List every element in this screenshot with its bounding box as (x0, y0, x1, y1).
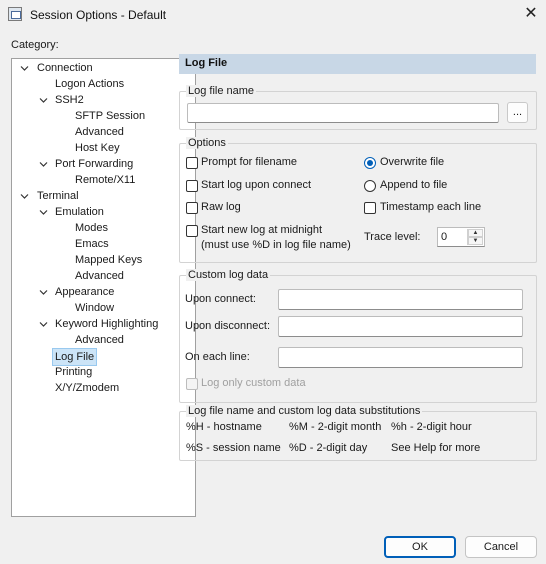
category-label: Category: (11, 39, 59, 51)
log-file-name-input[interactable] (187, 103, 499, 123)
append-to-file-label[interactable]: Append to file (380, 179, 447, 191)
tree-item-window[interactable]: Window (75, 300, 114, 316)
upon-connect-input[interactable] (278, 289, 523, 310)
panel-header: Log File (179, 54, 536, 74)
raw-log-label[interactable]: Raw log (201, 201, 241, 213)
log-only-custom-data-label[interactable]: Log only custom data (201, 377, 306, 389)
tree-item-connection[interactable]: Connection (37, 60, 93, 76)
tree-item-advanced-keyword[interactable]: Advanced (75, 332, 124, 348)
tree-item-remote-x11[interactable]: Remote/X11 (75, 172, 135, 188)
cancel-button[interactable]: Cancel (465, 536, 537, 558)
log-file-name-group-label: Log file name (186, 85, 257, 97)
subst-help-note: See Help for more (391, 442, 481, 454)
tree-item-logon-actions[interactable]: Logon Actions (55, 76, 124, 92)
start-new-log-note: (must use %D in log file name) (201, 239, 351, 251)
prompt-for-filename-label[interactable]: Prompt for filename (201, 156, 297, 168)
raw-log-checkbox[interactable] (186, 202, 198, 214)
start-new-log-label[interactable]: Start new log at midnight (201, 224, 322, 236)
category-tree[interactable]: Connection Logon Actions SSH2 SFTP Sessi… (11, 58, 196, 517)
tree-item-port-forwarding[interactable]: Port Forwarding (55, 156, 133, 172)
panel-title: Log File (185, 57, 228, 69)
tree-item-terminal[interactable]: Terminal (37, 188, 79, 204)
prompt-for-filename-checkbox[interactable] (186, 157, 198, 169)
tree-item-host-key[interactable]: Host Key (75, 140, 120, 156)
collapse-chevron-icon[interactable] (39, 320, 48, 329)
close-icon[interactable]: ✕ (522, 5, 540, 23)
timestamp-each-line-checkbox[interactable] (364, 202, 376, 214)
spin-down-icon[interactable]: ▼ (468, 237, 483, 245)
tree-item-mapped-keys[interactable]: Mapped Keys (75, 252, 142, 268)
browse-button[interactable]: ... (507, 102, 528, 123)
options-group-label: Options (186, 137, 228, 149)
tree-item-advanced-emulation[interactable]: Advanced (75, 268, 124, 284)
subst-session-name: %S - session name (186, 442, 281, 454)
custom-log-data-group-label: Custom log data (186, 269, 271, 281)
upon-disconnect-label: Upon disconnect: (185, 320, 270, 332)
collapse-chevron-icon[interactable] (39, 288, 48, 297)
overwrite-file-radio[interactable] (364, 157, 376, 169)
tree-item-ssh2[interactable]: SSH2 (55, 92, 84, 108)
spin-up-icon[interactable]: ▲ (468, 229, 483, 237)
tree-item-appearance[interactable]: Appearance (55, 284, 114, 300)
collapse-chevron-icon[interactable] (20, 192, 29, 201)
app-icon (8, 7, 22, 21)
start-new-log-checkbox[interactable] (186, 225, 198, 237)
collapse-chevron-icon[interactable] (39, 160, 48, 169)
trace-level-label: Trace level: (364, 231, 421, 243)
tree-item-emacs[interactable]: Emacs (75, 236, 109, 252)
title-bar: Session Options - Default ✕ (0, 0, 546, 30)
on-each-line-label: On each line: (185, 351, 250, 363)
append-to-file-radio[interactable] (364, 180, 376, 192)
tree-item-emulation[interactable]: Emulation (55, 204, 104, 220)
tree-item-modes[interactable]: Modes (75, 220, 108, 236)
overwrite-file-label[interactable]: Overwrite file (380, 156, 444, 168)
trace-level-value[interactable]: 0 (441, 231, 447, 243)
ok-button[interactable]: OK (384, 536, 456, 558)
trace-level-stepper[interactable]: 0 ▲ ▼ (437, 227, 485, 247)
collapse-chevron-icon[interactable] (39, 96, 48, 105)
timestamp-each-line-label[interactable]: Timestamp each line (380, 201, 481, 213)
on-each-line-input[interactable] (278, 347, 523, 368)
subst-hostname: %H - hostname (186, 421, 262, 433)
start-log-upon-connect-label[interactable]: Start log upon connect (201, 179, 311, 191)
tree-item-printing[interactable]: Printing (55, 364, 92, 380)
window-title: Session Options - Default (30, 8, 167, 22)
upon-connect-label: Upon connect: (185, 293, 256, 305)
start-log-upon-connect-checkbox[interactable] (186, 180, 198, 192)
tree-item-advanced-ssh2[interactable]: Advanced (75, 124, 124, 140)
tree-item-sftp-session[interactable]: SFTP Session (75, 108, 145, 124)
collapse-chevron-icon[interactable] (39, 208, 48, 217)
subst-hour: %h - 2-digit hour (391, 421, 472, 433)
tree-item-xyzmodem[interactable]: X/Y/Zmodem (55, 380, 119, 396)
collapse-chevron-icon[interactable] (20, 64, 29, 73)
upon-disconnect-input[interactable] (278, 316, 523, 337)
tree-item-keyword-highlighting[interactable]: Keyword Highlighting (55, 316, 158, 332)
subst-month: %M - 2-digit month (289, 421, 382, 433)
substitutions-group-label: Log file name and custom log data substi… (186, 405, 423, 417)
subst-day: %D - 2-digit day (289, 442, 368, 454)
log-only-custom-data-checkbox[interactable] (186, 378, 198, 390)
